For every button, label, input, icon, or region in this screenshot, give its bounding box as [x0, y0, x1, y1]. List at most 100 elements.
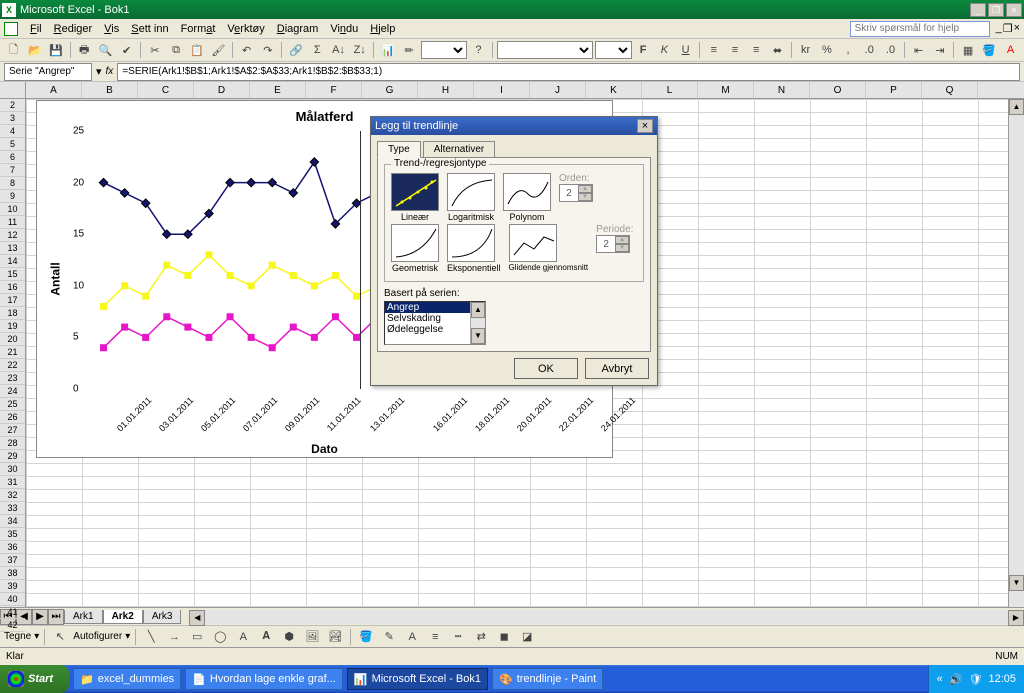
row-18[interactable]: 18 — [0, 307, 25, 320]
col-D[interactable]: D — [194, 82, 250, 98]
maximize-button[interactable]: ❐ — [988, 3, 1004, 17]
system-tray[interactable]: « 🔊 🛡 12:05 — [928, 665, 1024, 693]
spell-icon[interactable]: ✔ — [117, 40, 136, 60]
row-30[interactable]: 30 — [0, 463, 25, 476]
tab-nav-next[interactable]: ▶ — [32, 609, 48, 625]
shadow-icon[interactable]: ◼ — [494, 627, 514, 647]
col-O[interactable]: O — [810, 82, 866, 98]
chart-icon[interactable]: 📊 — [378, 40, 397, 60]
menu-file[interactable]: FFilil — [24, 21, 48, 37]
oval-icon[interactable]: ◯ — [210, 627, 230, 647]
series-listbox[interactable]: Angrep Selvskading Ødeleggelse ▲▼ — [384, 301, 486, 345]
fontcolor-icon[interactable]: A — [402, 627, 422, 647]
close-button[interactable]: × — [1006, 3, 1022, 17]
menu-help[interactable]: Hjelp — [364, 21, 401, 37]
row-25[interactable]: 25 — [0, 398, 25, 411]
task-paint[interactable]: 🎨trendlinje - Paint — [492, 668, 603, 690]
tab-type[interactable]: Type — [377, 141, 421, 158]
formula-input[interactable] — [117, 63, 1020, 81]
fx-label[interactable]: fx — [106, 66, 114, 77]
print-icon[interactable]: 🖶 — [75, 40, 94, 60]
col-G[interactable]: G — [362, 82, 418, 98]
col-P[interactable]: P — [866, 82, 922, 98]
doc-close-button[interactable]: × — [1014, 22, 1020, 35]
clipart-icon[interactable]: 🖼 — [302, 627, 322, 647]
textbox-icon[interactable]: A — [233, 627, 253, 647]
3d-icon[interactable]: ◪ — [517, 627, 537, 647]
cut-icon[interactable]: ✂ — [145, 40, 164, 60]
row-10[interactable]: 10 — [0, 203, 25, 216]
outdent-icon[interactable]: ⇤ — [909, 40, 928, 60]
minimize-button[interactable]: _ — [970, 3, 986, 17]
help-search-input[interactable] — [850, 21, 990, 37]
borders-icon[interactable]: ▦ — [958, 40, 977, 60]
menu-view[interactable]: Vis — [98, 21, 125, 37]
sheet-tab-ark3[interactable]: Ark3 — [143, 610, 182, 624]
font-color-icon[interactable]: A — [1001, 40, 1020, 60]
align-center-icon[interactable]: ≡ — [725, 40, 744, 60]
picture-icon[interactable]: 🏞 — [325, 627, 345, 647]
diagram-icon[interactable]: ⬢ — [279, 627, 299, 647]
tray-clock[interactable]: 12:05 — [988, 673, 1016, 685]
dec-decimal-icon[interactable]: .0 — [881, 40, 900, 60]
row-37[interactable]: 37 — [0, 554, 25, 567]
row-34[interactable]: 34 — [0, 515, 25, 528]
dashstyle-icon[interactable]: ┅ — [448, 627, 468, 647]
redo-icon[interactable]: ↷ — [258, 40, 277, 60]
row-12[interactable]: 12 — [0, 229, 25, 242]
trend-exp[interactable] — [447, 224, 495, 262]
row-24[interactable]: 24 — [0, 385, 25, 398]
row-35[interactable]: 35 — [0, 528, 25, 541]
workbook-icon[interactable] — [4, 22, 18, 36]
col-K[interactable]: K — [586, 82, 642, 98]
row-33[interactable]: 33 — [0, 502, 25, 515]
trend-poly[interactable] — [503, 173, 551, 211]
select-icon[interactable]: ↖ — [50, 627, 70, 647]
zoom-combo[interactable] — [421, 41, 467, 59]
linecolor-icon[interactable]: ✎ — [379, 627, 399, 647]
indent-icon[interactable]: ⇥ — [930, 40, 949, 60]
sort-desc-icon[interactable]: Z↓ — [350, 40, 369, 60]
row-38[interactable]: 38 — [0, 567, 25, 580]
doc-restore-button[interactable]: ❐ — [1003, 22, 1013, 35]
row-13[interactable]: 13 — [0, 242, 25, 255]
tray-expand-icon[interactable]: « — [937, 673, 943, 685]
fill-color-icon[interactable]: 🪣 — [980, 40, 999, 60]
row-8[interactable]: 8 — [0, 177, 25, 190]
col-C[interactable]: C — [138, 82, 194, 98]
col-M[interactable]: M — [698, 82, 754, 98]
save-icon[interactable]: 💾 — [46, 40, 65, 60]
row-19[interactable]: 19 — [0, 320, 25, 333]
col-A[interactable]: A — [26, 82, 82, 98]
italic-icon[interactable]: K — [655, 40, 674, 60]
row-27[interactable]: 27 — [0, 424, 25, 437]
tab-nav-last[interactable]: ⏭ — [48, 609, 64, 625]
row-11[interactable]: 11 — [0, 216, 25, 229]
tray-shield-icon[interactable]: 🛡 — [969, 673, 983, 686]
col-L[interactable]: L — [642, 82, 698, 98]
wordart-icon[interactable]: 𝐀 — [256, 627, 276, 647]
col-E[interactable]: E — [250, 82, 306, 98]
col-B[interactable]: B — [82, 82, 138, 98]
row-26[interactable]: 26 — [0, 411, 25, 424]
menu-format[interactable]: Format — [175, 21, 222, 37]
trend-mov[interactable] — [509, 224, 557, 262]
percent-icon[interactable]: % — [817, 40, 836, 60]
task-excel[interactable]: 📊Microsoft Excel - Bok1 — [347, 668, 488, 690]
row-29[interactable]: 29 — [0, 450, 25, 463]
row-21[interactable]: 21 — [0, 346, 25, 359]
row-32[interactable]: 32 — [0, 489, 25, 502]
scroll-down-button[interactable]: ▼ — [1009, 575, 1024, 591]
draw-menu[interactable]: Tegne — [4, 631, 31, 642]
drawing-icon[interactable]: ✏ — [399, 40, 418, 60]
col-Q[interactable]: Q — [922, 82, 978, 98]
tray-volume-icon[interactable]: 🔊 — [949, 673, 963, 686]
menu-diagram[interactable]: Diagram — [271, 21, 325, 37]
sheet-tab-ark2[interactable]: Ark2 — [103, 610, 143, 624]
open-icon[interactable]: 📂 — [25, 40, 44, 60]
horizontal-scrollbar[interactable]: ◀▶ — [189, 610, 1024, 624]
merge-icon[interactable]: ⬌ — [768, 40, 787, 60]
row-5[interactable]: 5 — [0, 138, 25, 151]
select-all-corner[interactable] — [0, 82, 26, 98]
sum-icon[interactable]: Σ — [308, 40, 327, 60]
